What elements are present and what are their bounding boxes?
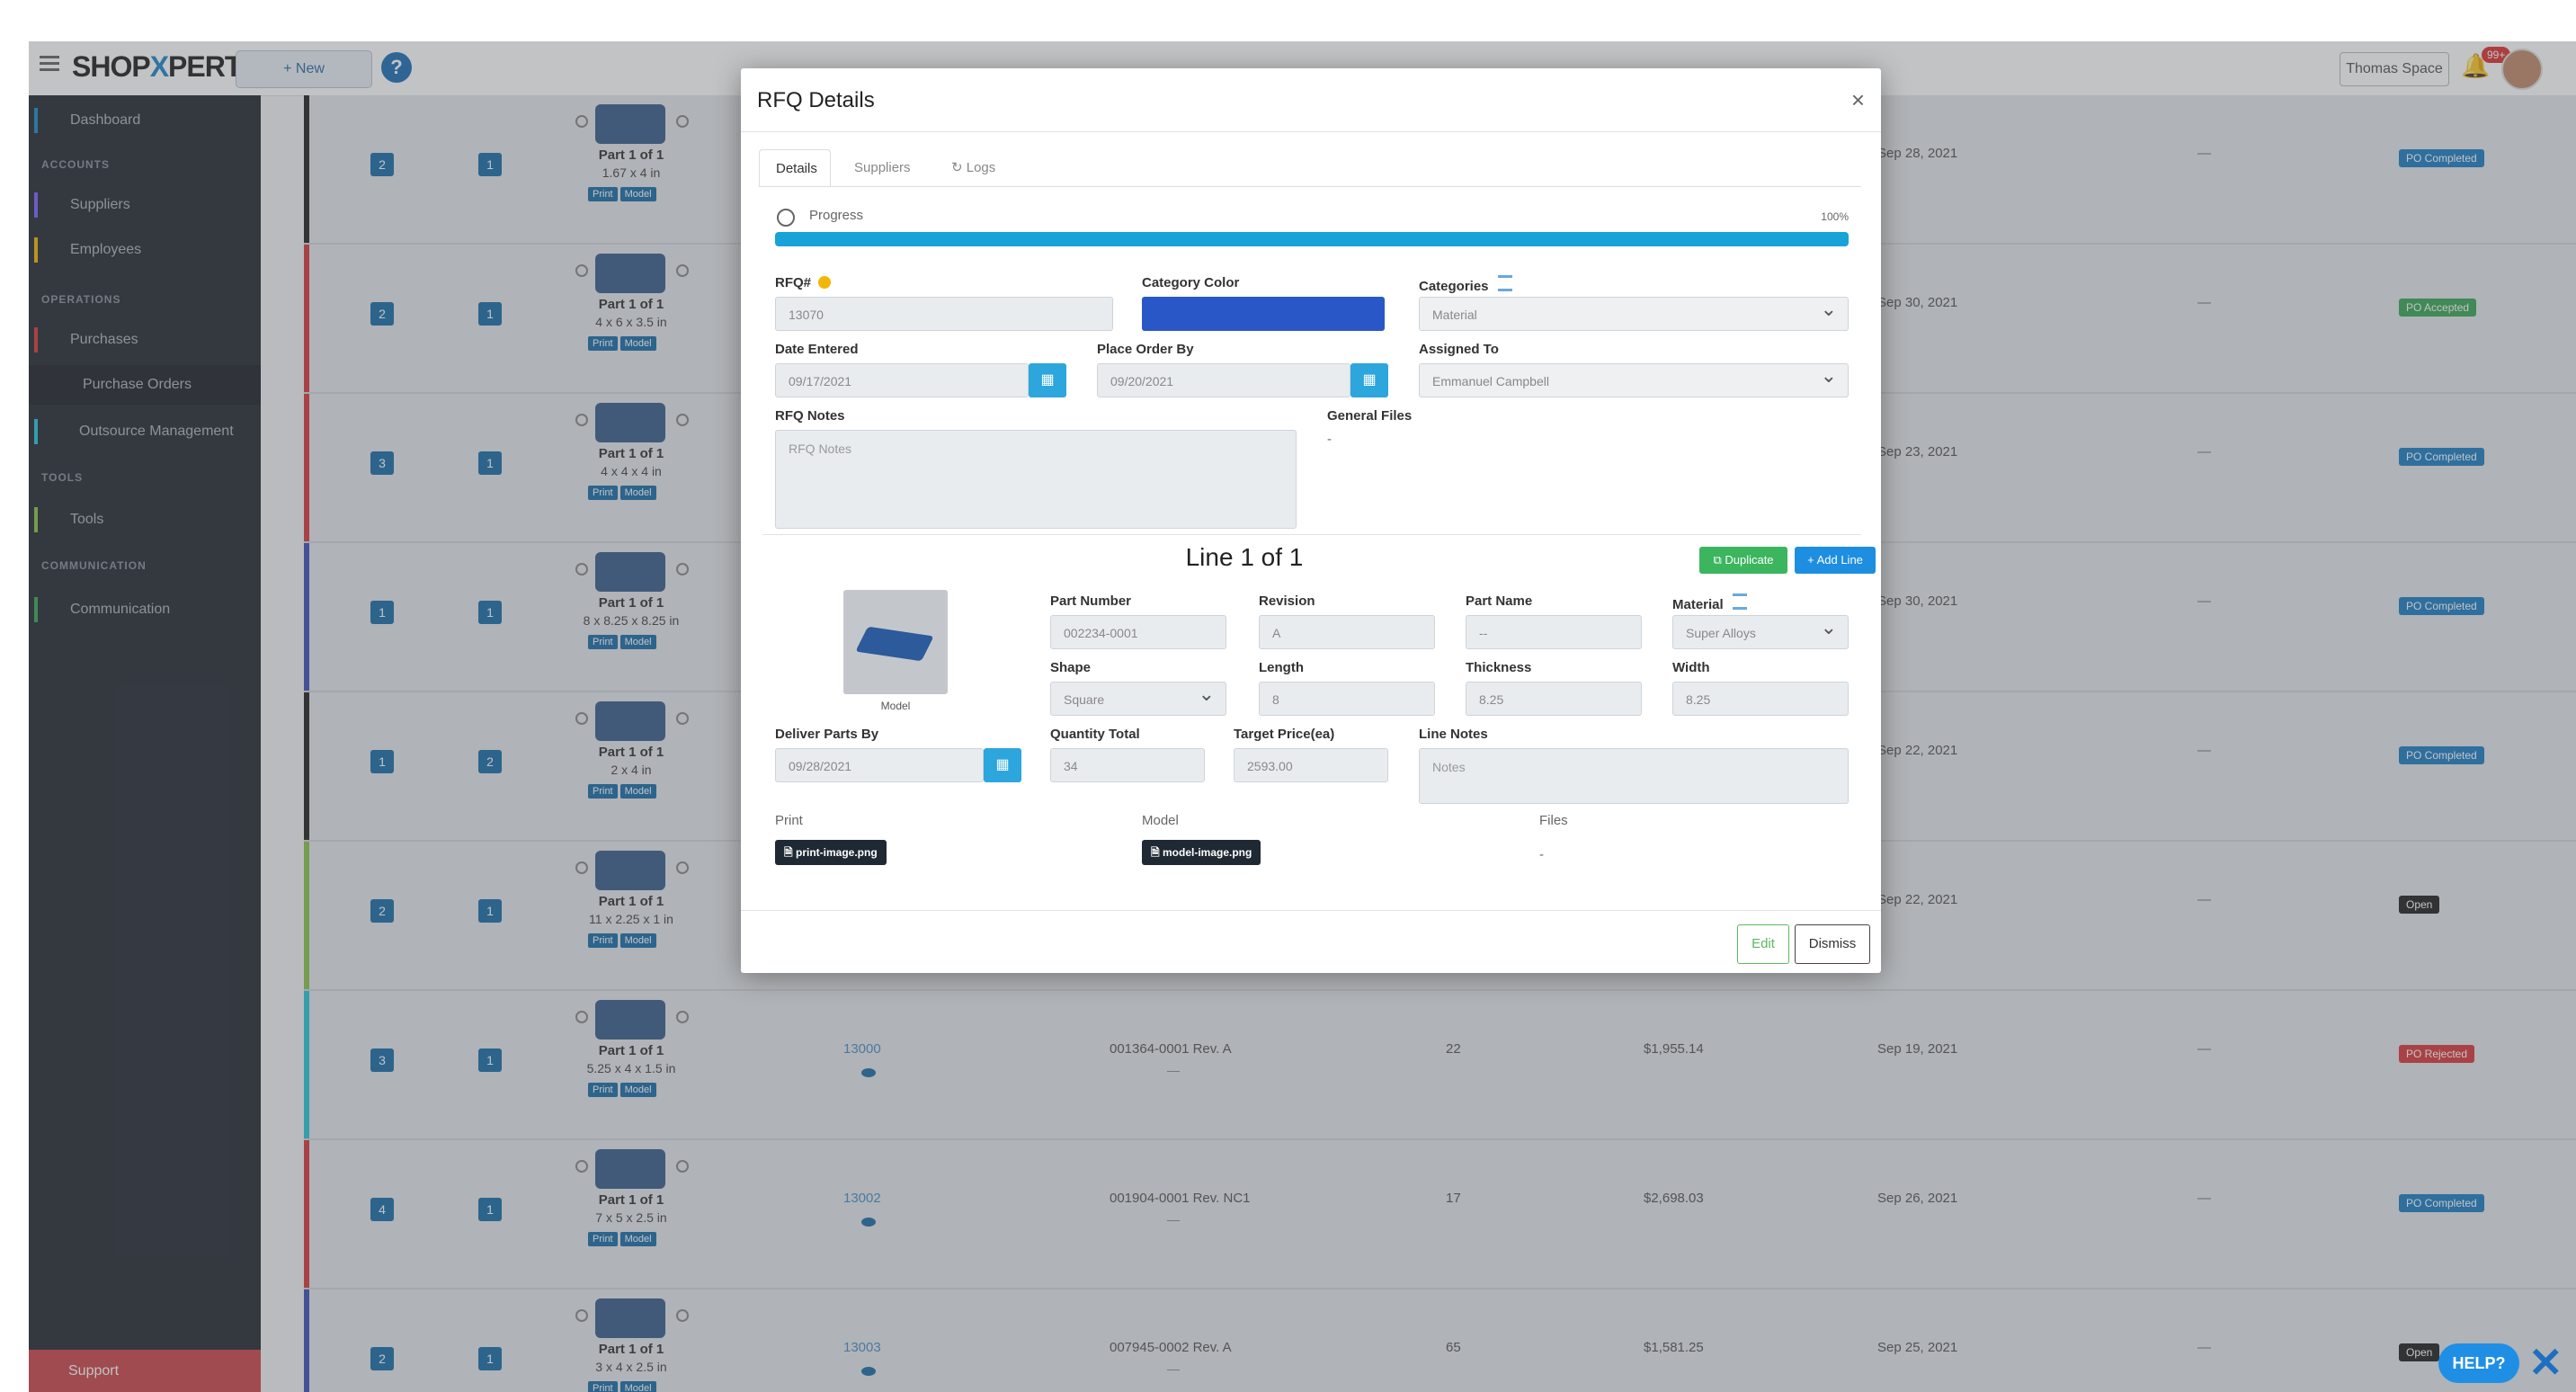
progress-fill xyxy=(775,232,1849,246)
divider xyxy=(741,131,1881,132)
thickness-label: Thickness xyxy=(1466,660,1532,675)
line-title: Line 1 of 1 xyxy=(1185,543,1304,571)
modal-title: RFQ Details xyxy=(757,88,875,112)
thickness-field[interactable]: 8.25 xyxy=(1466,682,1642,716)
quantity-total-label: Quantity Total xyxy=(1050,727,1140,742)
quantity-total-field[interactable]: 34 xyxy=(1050,748,1205,782)
assigned-to-label: Assigned To xyxy=(1419,342,1499,357)
part-number-label: Part Number xyxy=(1050,593,1132,609)
rfq-number-field[interactable]: 13070 xyxy=(775,297,1113,331)
width-label: Width xyxy=(1672,660,1710,675)
part-name-label: Part Name xyxy=(1466,593,1533,609)
deliver-by-field[interactable]: 09/28/2021 xyxy=(775,748,984,782)
revision-field[interactable]: A xyxy=(1259,615,1435,649)
info-icon xyxy=(818,276,832,289)
place-order-label: Place Order By xyxy=(1097,342,1194,357)
target-price-field[interactable]: 2593.00 xyxy=(1234,748,1388,782)
list-icon[interactable] xyxy=(1497,275,1512,291)
calendar-icon[interactable]: ▦ xyxy=(1350,363,1388,397)
chat-launcher-icon[interactable]: ✕ xyxy=(2528,1338,2572,1388)
print-file-button[interactable]: 🗎 print-image.png xyxy=(775,840,887,865)
calendar-icon[interactable]: ▦ xyxy=(1029,363,1066,397)
line-divider xyxy=(762,534,1861,535)
footer-divider xyxy=(741,910,1881,911)
length-label: Length xyxy=(1259,660,1304,675)
category-color-swatch[interactable] xyxy=(1142,297,1385,331)
duplicate-button[interactable]: ⧉ Duplicate xyxy=(1699,547,1787,574)
model-caption: Model xyxy=(880,700,911,712)
app-frame: SHOPXPERT + New ? Thomas Space 🔔 99+ Das… xyxy=(29,41,2576,1392)
tab-logs[interactable]: ↻ Logs xyxy=(935,149,1016,187)
help-button[interactable]: HELP? xyxy=(2438,1343,2519,1383)
model-file-button[interactable]: 🗎 model-image.png xyxy=(1142,840,1261,865)
material-label: Material xyxy=(1672,593,1747,612)
list-icon[interactable] xyxy=(1732,593,1747,610)
files-label: Files xyxy=(1539,813,1568,828)
files-value: - xyxy=(1539,847,1544,862)
edit-button[interactable]: Edit xyxy=(1737,924,1789,964)
rfq-notes-textarea[interactable]: RFQ Notes xyxy=(775,430,1297,529)
close-icon[interactable]: × xyxy=(1851,86,1865,114)
deliver-by-label: Deliver Parts By xyxy=(775,727,879,742)
rfq-details-modal: RFQ Details × Details Suppliers ↻ Logs P… xyxy=(741,68,1881,973)
line-notes-textarea[interactable]: Notes xyxy=(1419,748,1849,804)
category-color-label: Category Color xyxy=(1142,275,1240,290)
history-icon: ↻ xyxy=(951,160,967,175)
calendar-icon[interactable]: ▦ xyxy=(984,748,1021,782)
general-files-value: - xyxy=(1327,432,1332,447)
tab-divider xyxy=(759,186,1861,187)
categories-select[interactable]: Material xyxy=(1419,292,1849,331)
part-model-image[interactable] xyxy=(843,590,948,694)
line-notes-label: Line Notes xyxy=(1419,727,1488,742)
rfq-number-label: RFQ# xyxy=(775,275,832,290)
model-label: Model xyxy=(1142,813,1179,828)
date-entered-label: Date Entered xyxy=(775,342,859,357)
place-order-field[interactable]: 09/20/2021 xyxy=(1097,363,1350,397)
progress-percent: 100% xyxy=(1821,210,1849,223)
general-files-label: General Files xyxy=(1327,408,1413,424)
progress-label: Progress xyxy=(809,208,864,223)
width-field[interactable]: 8.25 xyxy=(1672,682,1849,716)
target-price-label: Target Price(ea) xyxy=(1234,727,1335,742)
material-select[interactable]: Super Alloys xyxy=(1672,611,1849,649)
rfq-notes-label: RFQ Notes xyxy=(775,408,845,424)
part-number-field[interactable]: 002234-0001 xyxy=(1050,615,1226,649)
shape-select[interactable]: Square xyxy=(1050,677,1226,716)
assigned-to-select[interactable]: Emmanuel Campbell xyxy=(1419,359,1849,397)
add-line-button[interactable]: + Add Line xyxy=(1795,547,1876,574)
clock-icon xyxy=(777,209,795,227)
categories-label: Categories xyxy=(1419,275,1512,294)
shape-label: Shape xyxy=(1050,660,1092,675)
dismiss-button[interactable]: Dismiss xyxy=(1795,924,1870,964)
part-name-field[interactable]: -- xyxy=(1466,615,1642,649)
print-label: Print xyxy=(775,813,803,828)
tab-details[interactable]: Details xyxy=(759,149,831,187)
length-field[interactable]: 8 xyxy=(1259,682,1435,716)
revision-label: Revision xyxy=(1259,593,1315,609)
progress-bar xyxy=(775,232,1849,246)
tab-suppliers[interactable]: Suppliers xyxy=(838,149,931,187)
date-entered-field[interactable]: 09/17/2021 xyxy=(775,363,1029,397)
